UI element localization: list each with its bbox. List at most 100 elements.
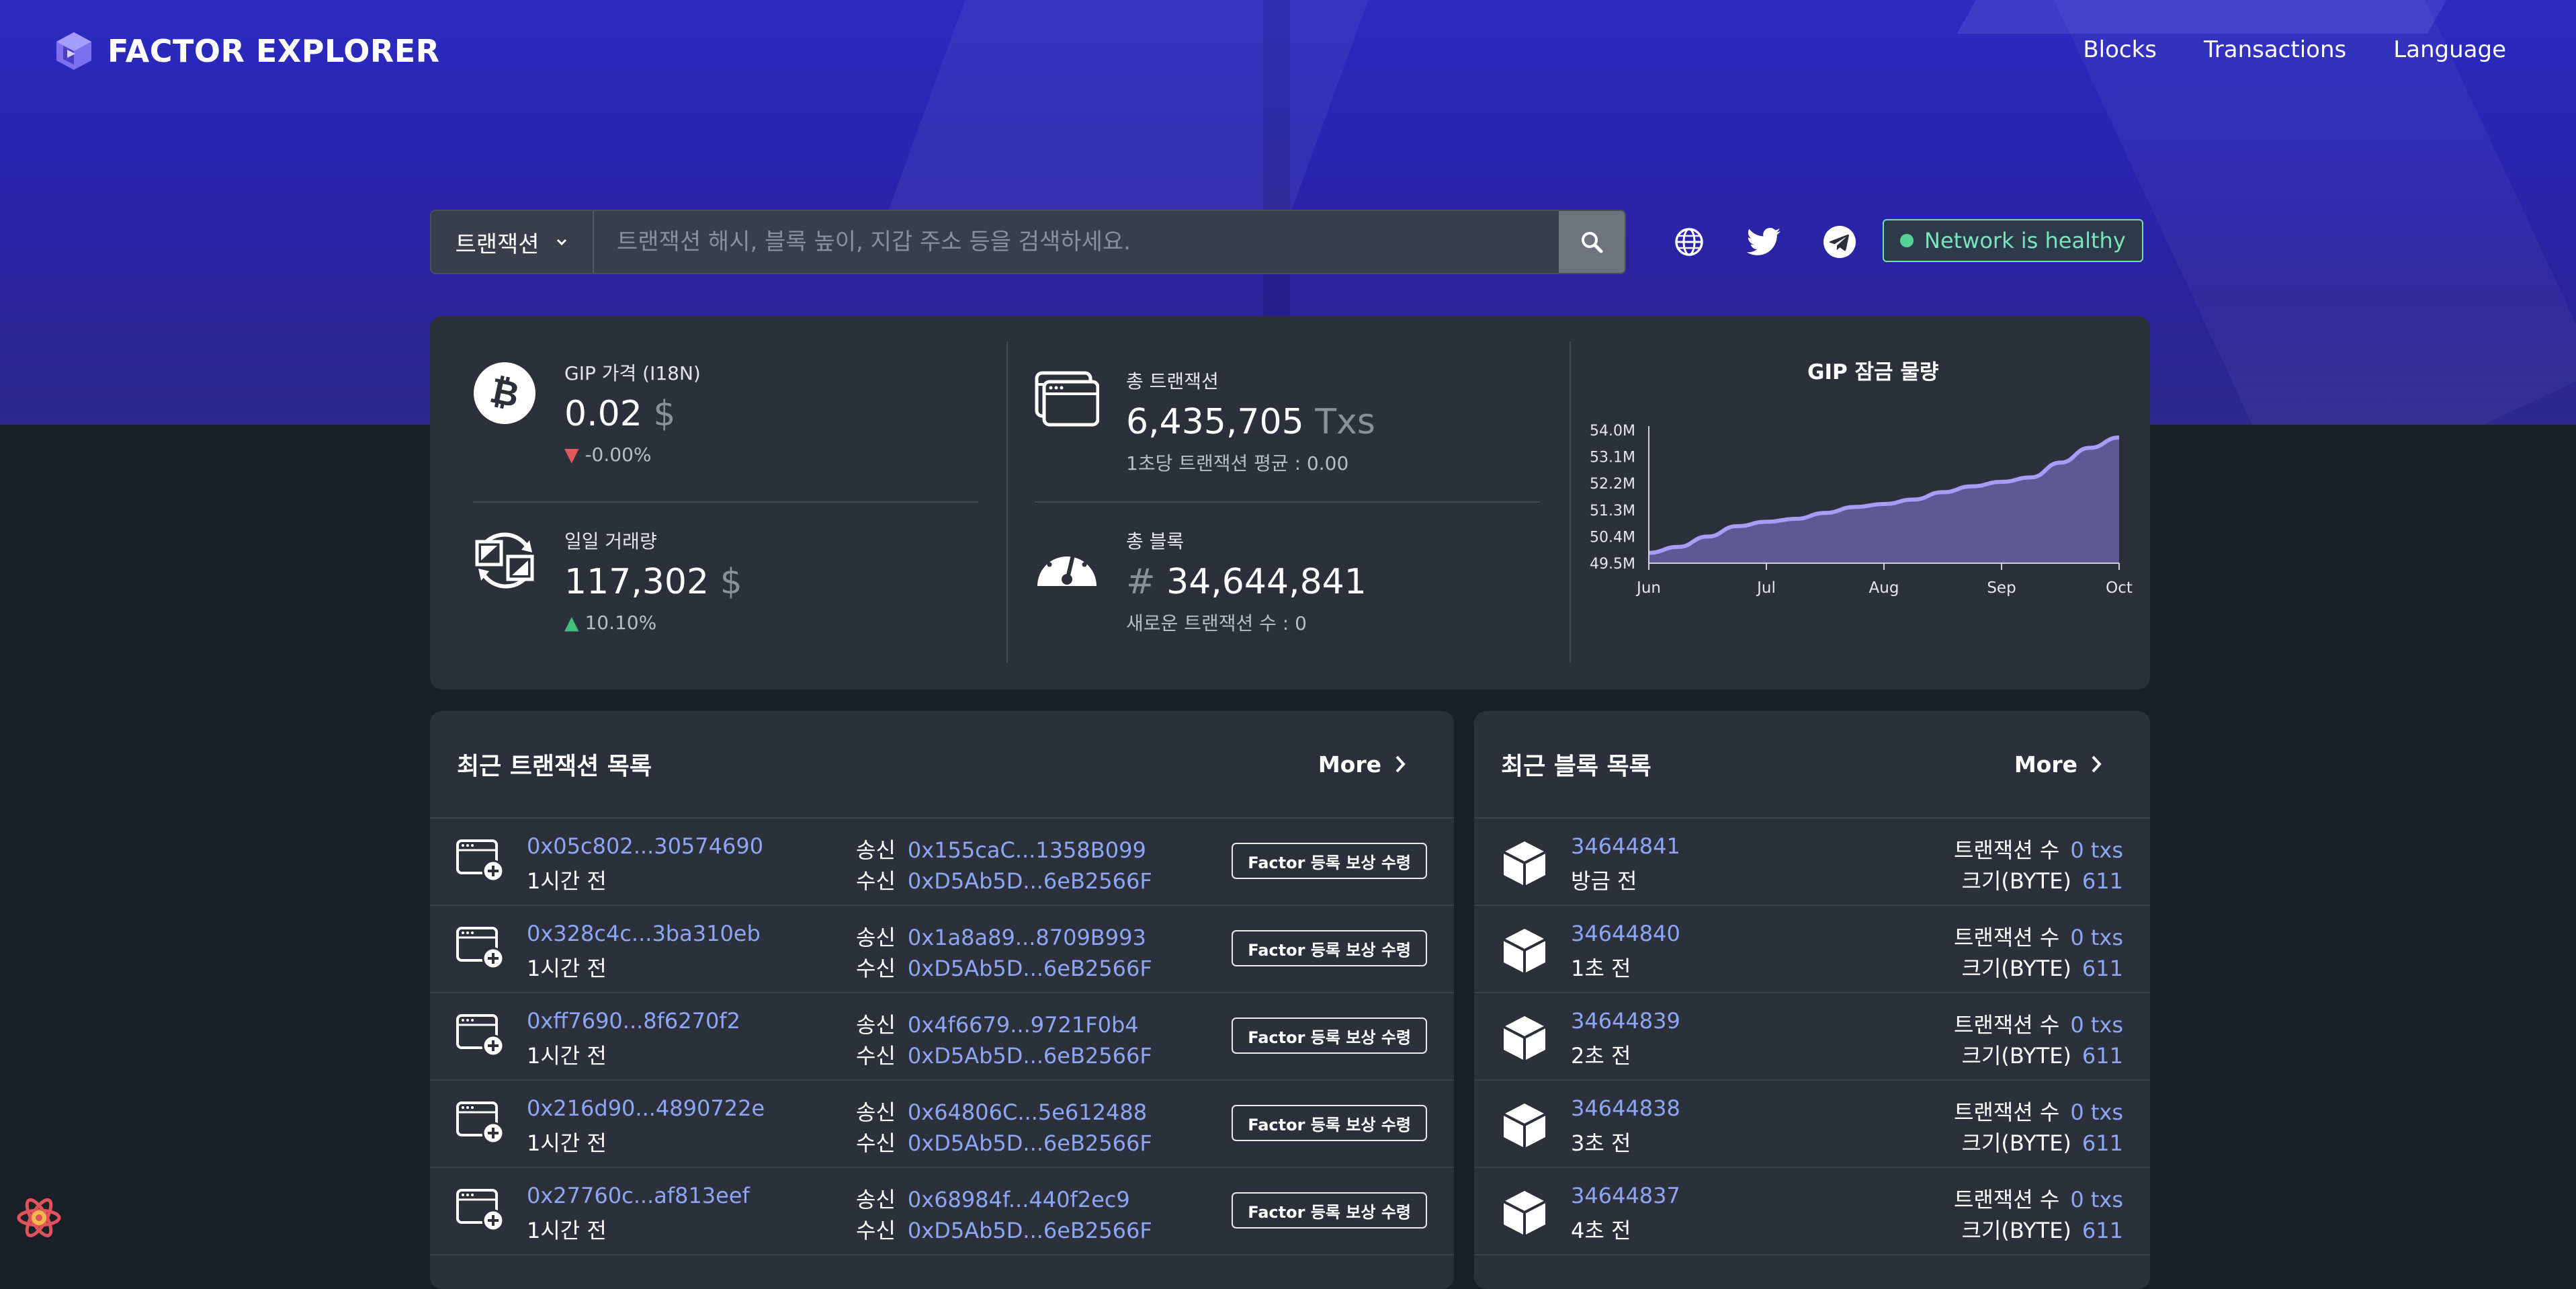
- from-label: 송신: [856, 837, 896, 863]
- to-address-link[interactable]: 0xD5Ab5D...6eB2566F: [908, 868, 1152, 894]
- chart-title: GIP 잠금 물량: [1807, 360, 1939, 384]
- chart-y-tick-label: 53.1M: [1590, 450, 1635, 466]
- arrow-up-icon: ▲: [564, 612, 579, 634]
- block-size: 611: [2081, 1043, 2123, 1069]
- to-address-link[interactable]: 0xD5Ab5D...6eB2566F: [908, 1218, 1152, 1243]
- twitter-link[interactable]: [1740, 218, 1789, 266]
- block-number-link[interactable]: 34644841: [1571, 833, 1680, 859]
- to-address-link[interactable]: 0xD5Ab5D...6eB2566F: [908, 1043, 1152, 1069]
- block-number-link[interactable]: 34644839: [1571, 1008, 1680, 1034]
- transaction-type-badge[interactable]: Factor 등록 보상 수령: [1232, 930, 1427, 966]
- from-label: 송신: [856, 925, 896, 950]
- to-address-link[interactable]: 0xD5Ab5D...6eB2566F: [908, 1130, 1152, 1156]
- volume-unit: $: [720, 562, 742, 602]
- to-label: 수신: [856, 868, 896, 894]
- block-row: 34644838 3초 전 트랜잭션 수 0 txs 크기(BYTE) 611: [1474, 1081, 2150, 1168]
- locked-supply-chart: 54.0M 53.1M 52.2M 51.3M 50.4M 49.5MJun Jul Aug S…: [1590, 423, 2133, 597]
- divider: [1035, 501, 1540, 503]
- divider: [473, 501, 978, 503]
- size-label: 크기(BYTE): [1961, 956, 2071, 981]
- from-address-link[interactable]: 0x4f6679...9721F0b4: [908, 1012, 1139, 1038]
- transaction-row: 0x328c4c...3ba310eb 1시간 전 송신 0x1a8a89...8…: [430, 906, 1454, 993]
- blocks-label: 총 블록: [1126, 530, 1185, 552]
- block-time: 2초 전: [1571, 1043, 1631, 1069]
- nav-language[interactable]: Language: [2393, 36, 2506, 63]
- from-address-link[interactable]: 0x1a8a89...8709B993: [908, 925, 1146, 950]
- factor-logo-icon: [56, 32, 91, 70]
- panel-title: 최근 블록 목록: [1501, 753, 1651, 780]
- to-label: 수신: [856, 956, 896, 981]
- price-stat: GIP 가격 (I18N) 0.02 $ ▼ -0.00%: [564, 359, 701, 466]
- transaction-hash-link[interactable]: 0x27760c...af813eef: [527, 1183, 750, 1208]
- main-nav: Blocks Transactions Language: [2083, 36, 2506, 63]
- transactions-unit: Txs: [1315, 402, 1375, 442]
- speedometer-icon: [1037, 544, 1097, 586]
- to-address-link[interactable]: 0xD5Ab5D...6eB2566F: [908, 956, 1152, 981]
- from-address-link[interactable]: 0x68984f...440f2ec9: [908, 1187, 1130, 1212]
- transaction-hash-link[interactable]: 0x216d90...4890722e: [527, 1095, 765, 1121]
- volume-label: 일일 거래량: [564, 530, 657, 552]
- tx-count-label: 트랜잭션 수: [1953, 925, 2060, 950]
- block-tx-count: 0 txs: [2070, 925, 2123, 950]
- block-number-link[interactable]: 34644838: [1571, 1095, 1680, 1121]
- more-label: More: [2014, 751, 2077, 778]
- search-type-select[interactable]: 트랜잭션: [431, 211, 594, 273]
- block-time: 3초 전: [1571, 1130, 1631, 1156]
- transaction-hash-link[interactable]: 0x328c4c...3ba310eb: [527, 921, 761, 946]
- nav-transactions[interactable]: Transactions: [2204, 36, 2346, 63]
- twitter-icon: [1747, 228, 1780, 255]
- chart-x-tick-label: Sep: [1987, 579, 2016, 597]
- search-button[interactable]: [1559, 211, 1625, 273]
- to-label: 수신: [856, 1043, 896, 1069]
- from-address-link[interactable]: 0x64806C...5e612488: [908, 1099, 1147, 1125]
- block-size: 611: [2081, 868, 2123, 894]
- from-address-link[interactable]: 0x155caC...1358B099: [908, 837, 1146, 863]
- chart-x-tick-label: Oct: [2106, 579, 2133, 597]
- chart-area-fill: [1649, 438, 2119, 563]
- transaction-time: 1시간 전: [527, 1218, 607, 1243]
- chart-y-tick-label: 50.4M: [1590, 529, 1635, 546]
- to-label: 수신: [856, 1130, 896, 1156]
- price-label: GIP 가격 (I18N): [564, 362, 701, 384]
- nav-blocks[interactable]: Blocks: [2083, 36, 2157, 63]
- transaction-add-icon: [456, 927, 505, 970]
- block-number-link[interactable]: 34644840: [1571, 921, 1680, 946]
- chart-x-tick-label: Jul: [1756, 579, 1776, 597]
- transaction-type-badge[interactable]: Factor 등록 보상 수령: [1232, 1017, 1427, 1054]
- tx-count-label: 트랜잭션 수: [1953, 1012, 2060, 1038]
- volume-change: 10.10%: [585, 612, 657, 634]
- transaction-type-badge[interactable]: Factor 등록 보상 수령: [1232, 843, 1427, 879]
- telegram-link[interactable]: [1815, 218, 1864, 266]
- search-type-label: 트랜잭션: [455, 231, 540, 258]
- transaction-time: 1시간 전: [527, 868, 607, 894]
- new-tx-count: 새로운 트랜잭션 수 : 0: [1126, 612, 1307, 634]
- transactions-more-button[interactable]: More: [1318, 751, 1407, 778]
- search-input[interactable]: [594, 211, 1559, 273]
- react-devtools-icon[interactable]: [15, 1194, 63, 1242]
- transaction-hash-link[interactable]: 0xff7690...8f6270f2: [527, 1008, 740, 1034]
- tps-average: 1초당 트랜잭션 평균 : 0.00: [1126, 452, 1349, 474]
- transaction-time: 1시간 전: [527, 1130, 607, 1156]
- transaction-type-badge[interactable]: Factor 등록 보상 수령: [1232, 1105, 1427, 1141]
- telegram-icon: [1823, 226, 1856, 258]
- brand[interactable]: FACTOR EXPLORER: [52, 30, 440, 73]
- website-link[interactable]: [1665, 218, 1713, 266]
- transaction-time: 1시간 전: [527, 1043, 607, 1069]
- more-label: More: [1318, 751, 1381, 778]
- block-time: 4초 전: [1571, 1218, 1631, 1243]
- size-label: 크기(BYTE): [1961, 868, 2071, 894]
- transaction-hash-link[interactable]: 0x05c802...30574690: [527, 833, 763, 859]
- block-number-link[interactable]: 34644837: [1571, 1183, 1680, 1208]
- block-row: 34644841 방금 전 트랜잭션 수 0 txs 크기(BYTE) 611: [1474, 819, 2150, 906]
- chart-x-tick-label: Aug: [1869, 579, 1899, 597]
- tx-count-label: 트랜잭션 수: [1953, 1099, 2060, 1125]
- from-label: 송신: [856, 1012, 896, 1038]
- blocks-more-button[interactable]: More: [2014, 751, 2103, 778]
- tx-count-label: 트랜잭션 수: [1953, 1187, 2060, 1212]
- transactions-value: 6,435,705: [1126, 402, 1304, 442]
- transaction-type-badge[interactable]: Factor 등록 보상 수령: [1232, 1192, 1427, 1229]
- block-row: 34644839 2초 전 트랜잭션 수 0 txs 크기(BYTE) 611: [1474, 993, 2150, 1081]
- size-label: 크기(BYTE): [1961, 1218, 2071, 1243]
- transaction-add-icon: [456, 1101, 505, 1145]
- blocks-value: 34,644,841: [1166, 562, 1367, 602]
